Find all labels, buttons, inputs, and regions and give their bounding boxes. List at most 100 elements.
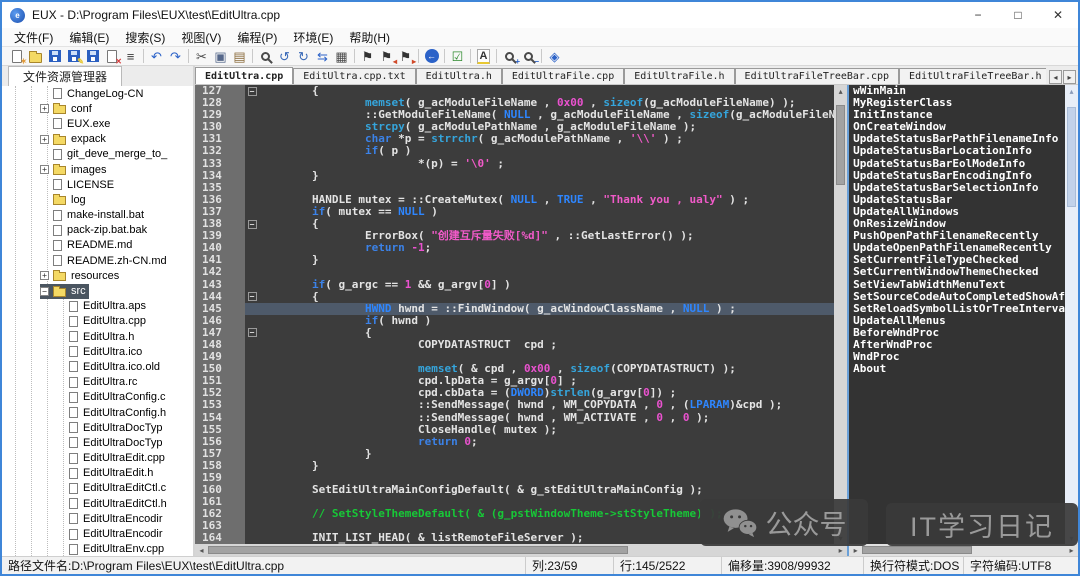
code-line-131[interactable]: 131 char *p = strrchr( g_acModulePathNam… (195, 133, 834, 145)
tree-item-ChangeLog-CN[interactable]: ChangeLog-CN (2, 86, 193, 101)
function-item-UpdateStatusBarLocationInfo[interactable]: UpdateStatusBarLocationInfo (853, 145, 1065, 157)
editor-vertical-scrollbar[interactable]: ▴ ▾ (834, 85, 847, 544)
code-line-142[interactable]: 142 (195, 266, 834, 278)
code-line-129[interactable]: 129 ::GetModuleFileName( NULL , g_acModu… (195, 109, 834, 121)
function-item-UpdateStatusBarEolModeInfo[interactable]: UpdateStatusBarEolModeInfo (853, 158, 1065, 170)
code-line-136[interactable]: 136 HANDLE mutex = ::CreateMutex( NULL ,… (195, 194, 834, 206)
code-line-140[interactable]: 140 return -1; (195, 242, 834, 254)
close-file-icon[interactable]: ✕ (102, 47, 121, 65)
tree-item-EditUltra.ico.old[interactable]: EditUltra.ico.old (2, 359, 193, 374)
cut-icon[interactable]: ✂ (192, 47, 211, 65)
code-line-160[interactable]: 160 SetEditUltraMainConfigDefault( & g_s… (195, 484, 834, 496)
tab-EditUltraFileTreeBar.h[interactable]: EditUltraFileTreeBar.h (899, 68, 1046, 84)
function-item-UpdateStatusBarEncodingInfo[interactable]: UpdateStatusBarEncodingInfo (853, 170, 1065, 182)
code-line-159[interactable]: 159 (195, 472, 834, 484)
tree-item-EUX.exe[interactable]: EUX.exe (2, 116, 193, 131)
tree-item-EditUltra.ico[interactable]: EditUltra.ico (2, 344, 193, 359)
horizontal-scroll-thumb[interactable] (862, 546, 972, 554)
horizontal-scroll-thumb[interactable] (208, 546, 628, 554)
scroll-right-icon[interactable]: ▸ (1065, 546, 1078, 555)
zoom-out-icon[interactable]: − (519, 47, 538, 65)
scroll-up-icon[interactable]: ▴ (1069, 85, 1073, 97)
fold-icon[interactable]: − (248, 220, 257, 229)
tree-item-make-install.bat[interactable]: make-install.bat (2, 208, 193, 223)
tree-item-src[interactable]: −src (2, 283, 193, 298)
zoom-in-icon[interactable]: + (500, 47, 519, 65)
code-line-150[interactable]: 150 memset( & cpd , 0x00 , sizeof(COPYDA… (195, 363, 834, 375)
tree-item-EditUltraConfig.h[interactable]: EditUltraConfig.h (2, 405, 193, 420)
code-line-151[interactable]: 151 cpd.lpData = g_argv[0] ; (195, 375, 834, 387)
scroll-right-icon[interactable]: ▸ (834, 546, 847, 555)
tree-item-LICENSE[interactable]: LICENSE (2, 177, 193, 192)
code-line-153[interactable]: 153 ::SendMessage( hwnd , WM_COPYDATA , … (195, 399, 834, 411)
copy-icon[interactable]: ▣ (211, 47, 230, 65)
code-line-127[interactable]: 127− { (195, 85, 834, 97)
fold-icon[interactable]: − (248, 87, 257, 96)
menu-item-2[interactable]: 搜索(S) (117, 29, 173, 46)
tree-item-README.md[interactable]: README.md (2, 238, 193, 253)
tree-item-EditUltra.aps[interactable]: EditUltra.aps (2, 299, 193, 314)
vertical-scroll-thumb[interactable] (1067, 107, 1076, 207)
tab-EditUltra.h[interactable]: EditUltra.h (416, 68, 502, 84)
explorer-tab[interactable]: 文件资源管理器 (8, 66, 122, 86)
scroll-up-icon[interactable]: ▴ (839, 85, 843, 97)
expand-icon[interactable]: + (40, 104, 49, 113)
menu-item-6[interactable]: 帮助(H) (341, 29, 398, 46)
code-line-158[interactable]: 158 } (195, 460, 834, 472)
code-line-135[interactable]: 135 (195, 182, 834, 194)
tree-item-EditUltraEditCtl.c[interactable]: EditUltraEditCtl.c (2, 481, 193, 496)
maximize-button[interactable]: □ (998, 2, 1038, 28)
code-line-156[interactable]: 156 return 0; (195, 436, 834, 448)
tree-item-EditUltra.cpp[interactable]: EditUltra.cpp (2, 314, 193, 329)
tree-item-EditUltraDocTyp[interactable]: EditUltraDocTyp (2, 435, 193, 450)
find-next-icon[interactable]: ↻ (294, 47, 313, 65)
function-list-icon[interactable]: ▦ (332, 47, 351, 65)
tree-item-expack[interactable]: +expack (2, 132, 193, 147)
navigate-back-icon[interactable]: ← (422, 47, 441, 65)
code-line-149[interactable]: 149 (195, 351, 834, 363)
save-as-icon[interactable]: ✎ (64, 47, 83, 65)
code-line-138[interactable]: 138− { (195, 218, 834, 230)
expand-icon[interactable]: + (40, 271, 49, 280)
code-line-134[interactable]: 134 } (195, 170, 834, 182)
vertical-scroll-thumb[interactable] (836, 105, 845, 185)
replace-icon[interactable]: ⇆ (313, 47, 332, 65)
function-item-About[interactable]: About (853, 363, 1065, 375)
code-line-139[interactable]: 139 ErrorBox( "创建互斥量失败[%d]" , ::GetLastE… (195, 230, 834, 242)
save-icon[interactable] (45, 47, 64, 65)
redo-icon[interactable]: ↷ (166, 47, 185, 65)
menu-item-3[interactable]: 视图(V) (173, 29, 229, 46)
tree-item-conf[interactable]: +conf (2, 101, 193, 116)
code-line-137[interactable]: 137 if( mutex == NULL ) (195, 206, 834, 218)
find-icon[interactable] (256, 47, 275, 65)
code-line-148[interactable]: 148 COPYDATASTRUCT cpd ; (195, 339, 834, 351)
tree-item-log[interactable]: log (2, 192, 193, 207)
code-line-155[interactable]: 155 CloseHandle( mutex ); (195, 424, 834, 436)
find-prev-icon[interactable]: ↺ (275, 47, 294, 65)
open-file-icon[interactable] (26, 47, 45, 65)
tree-item-images[interactable]: +images (2, 162, 193, 177)
syntax-highlight-icon[interactable]: A (474, 47, 493, 65)
scroll-left-icon[interactable]: ▸ (849, 546, 862, 555)
tree-item-EditUltraEdit.h[interactable]: EditUltraEdit.h (2, 466, 193, 481)
tree-item-EditUltraEditCtl.h[interactable]: EditUltraEditCtl.h (2, 496, 193, 511)
code-line-143[interactable]: 143 if( g_argc == 1 && g_argv[0] ) (195, 279, 834, 291)
tree-item-EditUltra.rc[interactable]: EditUltra.rc (2, 375, 193, 390)
prev-bookmark-icon[interactable]: ⚑◂ (377, 47, 396, 65)
bookmark-icon[interactable]: ⚑ (358, 47, 377, 65)
code-line-154[interactable]: 154 ::SendMessage( hwnd , WM_ACTIVATE , … (195, 412, 834, 424)
tree-item-pack-zip.bat.bak[interactable]: pack-zip.bat.bak (2, 223, 193, 238)
tree-item-EditUltraConfig.c[interactable]: EditUltraConfig.c (2, 390, 193, 405)
tree-item-EditUltraDocTyp[interactable]: EditUltraDocTyp (2, 420, 193, 435)
tree-item-EditUltraEncodir[interactable]: EditUltraEncodir (2, 511, 193, 526)
scroll-left-icon[interactable]: ◂ (195, 546, 208, 555)
tree-item-EditUltraEnv.cpp[interactable]: EditUltraEnv.cpp (2, 542, 193, 556)
menu-item-4[interactable]: 编程(P) (229, 29, 285, 46)
new-file-icon[interactable]: ✶ (7, 47, 26, 65)
code-line-133[interactable]: 133 *(p) = '\0' ; (195, 158, 834, 170)
tab-scroll-left-icon[interactable]: ◂ (1049, 70, 1062, 84)
code-line-141[interactable]: 141 } (195, 254, 834, 266)
tab-scroll-right-icon[interactable]: ▸ (1063, 70, 1076, 84)
next-bookmark-icon[interactable]: ⚑▸ (396, 47, 415, 65)
code-line-130[interactable]: 130 strcpy( g_acModulePathName , g_acMod… (195, 121, 834, 133)
